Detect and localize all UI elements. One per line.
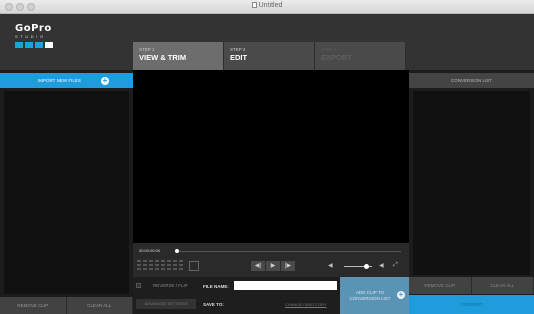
timeline[interactable]: 00:00:00:00 bbox=[139, 248, 403, 254]
remove-clip-button[interactable]: REMOVE CLIP bbox=[0, 297, 67, 314]
gopro-studio-window: Untitled GoPro STUDIO Step 1 VIEW & TRIM… bbox=[0, 0, 534, 314]
tab-edit[interactable]: Step 2 EDIT bbox=[224, 42, 315, 70]
document-icon bbox=[251, 2, 257, 8]
conversion-list-header: CONVERSION LIST bbox=[409, 73, 534, 88]
media-bin-panel: IMPORT NEW FILES + REMOVE CLIP CLEAR ALL bbox=[0, 70, 133, 314]
export-settings: REVERSE / FLIP ADVANCED SETTINGS FILE NA… bbox=[133, 277, 409, 314]
mark-box[interactable] bbox=[189, 261, 199, 271]
workflow-steps: Step 1 VIEW & TRIM Step 2 EDIT Step 3 EX… bbox=[133, 42, 408, 74]
plus-icon: + bbox=[397, 290, 405, 299]
video-preview[interactable] bbox=[133, 70, 409, 243]
volume-slider-handle[interactable] bbox=[364, 264, 369, 269]
player-controls: ◀| ▶ |▶ ◀ ◀ ⤢ bbox=[133, 258, 409, 274]
volume-high-icon[interactable]: ◀ bbox=[379, 262, 384, 269]
conversion-list[interactable] bbox=[413, 91, 530, 275]
media-bin-list[interactable] bbox=[4, 91, 129, 294]
file-name-input[interactable] bbox=[234, 281, 337, 290]
change-directory-link[interactable]: CHANGE DIRECTORY bbox=[285, 302, 327, 307]
play-button[interactable]: ▶ bbox=[266, 261, 280, 271]
player-panel: 00:00:00:00 ◀| ▶ |▶ ◀ ◀ ⤢ REVERSE / FLIP… bbox=[133, 70, 409, 314]
save-to-label: SAVE TO: bbox=[203, 302, 224, 307]
window-titlebar: Untitled bbox=[0, 0, 534, 14]
reverse-flip-label: REVERSE / FLIP bbox=[153, 283, 188, 288]
step-forward-button[interactable]: |▶ bbox=[281, 261, 295, 271]
fullscreen-icon[interactable]: ⤢ bbox=[393, 262, 398, 269]
volume-control: ◀ ◀ ⤢ bbox=[328, 261, 402, 271]
gopro-studio-logo: GoPro STUDIO bbox=[15, 24, 75, 48]
conversion-list-panel: CONVERSION LIST REMOVE CLIP CLEAR ALL CO… bbox=[409, 70, 534, 314]
import-new-files-button[interactable]: IMPORT NEW FILES + bbox=[0, 73, 133, 88]
tab-export[interactable]: Step 3 EXPORT bbox=[315, 42, 406, 70]
plus-icon: + bbox=[101, 75, 109, 85]
timecode-display: 00:00:00:00 bbox=[139, 248, 161, 253]
clear-all-button[interactable]: CLEAR ALL bbox=[66, 297, 133, 314]
add-to-conversion-list-button[interactable]: ADD CLIP TO CONVERSION LIST + bbox=[340, 277, 409, 314]
transport-controls: ◀| ▶ |▶ bbox=[251, 261, 295, 271]
timeline-track[interactable] bbox=[179, 250, 401, 252]
timecode-grid bbox=[137, 260, 185, 272]
convert-button[interactable]: CONVERT bbox=[409, 295, 534, 314]
step-back-button[interactable]: ◀| bbox=[251, 261, 265, 271]
window-title: Untitled bbox=[0, 2, 534, 9]
advanced-settings-button[interactable]: ADVANCED SETTINGS bbox=[136, 299, 196, 309]
clear-all-button[interactable]: CLEAR ALL bbox=[471, 277, 534, 294]
file-name-label: FILE NAME: bbox=[203, 284, 229, 289]
reverse-flip-checkbox[interactable] bbox=[136, 283, 141, 288]
tab-view-trim[interactable]: Step 1 VIEW & TRIM bbox=[133, 42, 224, 74]
remove-clip-button[interactable]: REMOVE CLIP bbox=[409, 277, 472, 294]
volume-low-icon[interactable]: ◀ bbox=[328, 262, 333, 269]
